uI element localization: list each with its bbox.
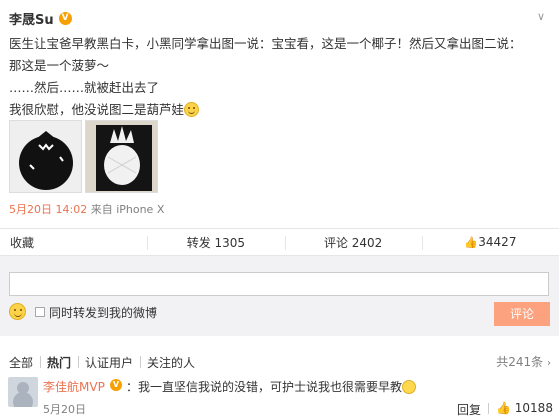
- tab-verified[interactable]: 认证用户: [78, 354, 140, 371]
- comment-item: 李佳航MVP V ：我一直坚信我说的没错，可护士说我也很需要早教 5月20日 回…: [0, 374, 559, 416]
- comment-composer: 同时转发到我的微博 评论: [0, 256, 559, 336]
- post-image-pineapple[interactable]: [85, 120, 158, 193]
- tab-all[interactable]: 全部: [0, 354, 40, 371]
- favorite-button[interactable]: 收藏: [0, 229, 147, 255]
- verified-badge-icon: V: [110, 379, 122, 391]
- post-line-with-emoji: 我很欣慰，他没说图二是葫芦娃: [9, 99, 549, 121]
- comment-total[interactable]: 共241条 ›: [496, 352, 551, 374]
- reply-button[interactable]: 回复: [457, 401, 481, 416]
- post-author[interactable]: 李晟Su V: [9, 9, 72, 28]
- thumbs-up-icon: 👍: [496, 401, 511, 415]
- favorite-label: 收藏: [10, 235, 35, 250]
- post-image-coconut[interactable]: [9, 120, 82, 193]
- tab-following[interactable]: 关注的人: [140, 354, 202, 371]
- pineapple-card-image: [86, 121, 157, 192]
- post-line: 我很欣慰，他没说图二是葫芦娃: [9, 102, 185, 117]
- divider: [488, 403, 489, 414]
- repost-button[interactable]: 转发 1305: [147, 229, 284, 255]
- chevron-down-icon[interactable]: ∨: [537, 10, 545, 23]
- coconut-card-image: [10, 121, 81, 192]
- comment-button[interactable]: 评论 2402: [284, 229, 422, 255]
- action-bar: 收藏 转发 1305 评论 2402 👍 34427: [0, 228, 559, 256]
- repost-checkbox[interactable]: [35, 307, 45, 317]
- tab-hot[interactable]: 热门: [40, 354, 78, 371]
- emoji-icon: [402, 380, 417, 394]
- post-line: 医生让宝爸早教黑白卡，小黑同学拿出图一说：宝宝看，这是一个椰子！然后又拿出图二说…: [9, 36, 522, 51]
- comment-filter-tabs: 全部 热门 认证用户 关注的人 共241条 ›: [0, 352, 559, 372]
- comment-like-button[interactable]: 👍 10188: [496, 401, 553, 415]
- comment-like-count: 10188: [514, 401, 553, 415]
- like-button[interactable]: 👍 34427: [421, 229, 559, 255]
- comment-time: 5月20日: [43, 403, 86, 416]
- comment-total-text: 共241条: [496, 355, 544, 369]
- post-line: 那这是一个菠萝～: [9, 58, 110, 73]
- chevron-right-icon: ›: [547, 358, 551, 369]
- post-date[interactable]: 5月20日 14:02: [9, 203, 87, 216]
- repost-checkbox-label[interactable]: 同时转发到我的微博: [49, 304, 157, 321]
- comment-username[interactable]: 李佳航MVP: [43, 378, 105, 395]
- author-name[interactable]: 李晟Su: [9, 9, 54, 28]
- post-line: ……然后……就被赶出去了: [9, 80, 160, 95]
- post-meta: 5月20日 14:02 来自 iPhone X: [9, 201, 164, 217]
- comment-label: 评论 2402: [323, 235, 383, 250]
- comment-input[interactable]: [9, 272, 549, 296]
- emoji-picker-icon[interactable]: [9, 303, 26, 320]
- verified-badge-icon: V: [58, 12, 72, 25]
- comment-text-content: ：我一直坚信我说的没错，可护士说我也很需要早教: [126, 380, 403, 394]
- weibo-post: 李晟Su V ∨ 医生让宝爸早教黑白卡，小黑同学拿出图一说：宝宝看，这是一个椰子…: [0, 0, 559, 228]
- smile-emoji-icon: [184, 102, 200, 117]
- like-count: 34427: [478, 235, 517, 249]
- submit-comment-button[interactable]: 评论: [494, 302, 550, 326]
- avatar[interactable]: [8, 377, 38, 407]
- post-text: 医生让宝爸早教黑白卡，小黑同学拿出图一说：宝宝看，这是一个椰子！然后又拿出图二说…: [9, 33, 549, 121]
- thumbs-up-icon: 👍: [464, 235, 478, 249]
- repost-label: 转发 1305: [186, 235, 246, 250]
- post-source: 来自 iPhone X: [90, 203, 165, 216]
- comment-text: ：我一直坚信我说的没错，可护士说我也很需要早教: [126, 378, 417, 395]
